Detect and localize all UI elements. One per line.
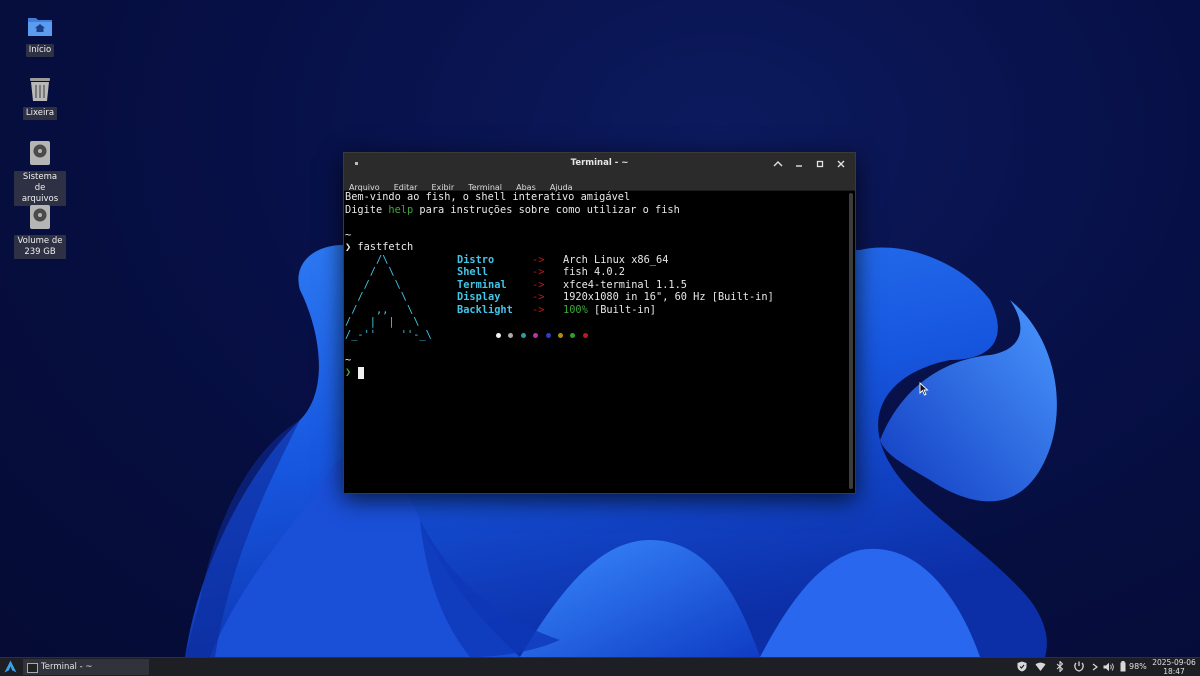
trash-icon	[26, 75, 54, 103]
desktop: Início Lixeira Sistema de arquivos Volum…	[0, 0, 1200, 657]
palette-dot	[582, 333, 588, 338]
info-arrow: ->	[532, 303, 545, 316]
home-folder-icon	[26, 12, 54, 40]
backlight-percent: 100%	[563, 303, 588, 316]
help-prefix: Digite	[345, 203, 389, 216]
info-value: 100% [Built-in]	[563, 304, 656, 317]
terminal-window[interactable]: Terminal - ~ Arquivo Editar Exibir Termi…	[343, 152, 856, 494]
help-line: Digite help para instruções sobre como u…	[345, 204, 680, 217]
prompt-line: ❯	[345, 366, 351, 379]
help-suffix: para instruções sobre como utilizar o fi…	[413, 203, 680, 216]
info-key: Display	[457, 291, 501, 303]
palette-dot	[520, 333, 526, 338]
prompt-dir: ~	[345, 228, 352, 241]
desktop-icon-volume[interactable]: Volume de 239 GB	[14, 203, 66, 259]
arch-logo-icon[interactable]	[4, 660, 17, 673]
help-word: help	[388, 203, 414, 216]
ascii-logo-line: /_-'' ''-_\	[345, 328, 432, 341]
prompt-symbol: ❯	[345, 366, 352, 378]
ascii-logo-line: /\	[345, 253, 389, 266]
shield-icon[interactable]	[1016, 661, 1027, 672]
volume-icon[interactable]	[1103, 661, 1114, 672]
chevron-right-icon[interactable]	[1089, 661, 1100, 672]
welcome-line: Bem-vindo ao fish, o shell interativo am…	[345, 191, 631, 203]
command-line: ❯ fastfetch	[345, 241, 413, 254]
prompt-dir: ~	[345, 353, 352, 366]
palette-dot	[496, 333, 501, 338]
ascii-logo-line: / \	[345, 291, 407, 303]
info-arrow: ->	[532, 253, 545, 266]
shade-icon[interactable]	[771, 157, 785, 171]
palette-dot	[545, 333, 551, 338]
prompt-symbol: ❯	[345, 241, 352, 253]
palette-dot	[570, 333, 576, 338]
mouse-pointer-icon	[919, 382, 929, 396]
close-icon[interactable]	[834, 157, 848, 171]
terminal-scrollbar[interactable]	[849, 193, 853, 489]
desktop-icon-label: Início	[25, 44, 55, 57]
desktop-icon-label: Sistema de arquivos	[14, 171, 66, 206]
info-key: Shell	[457, 266, 488, 278]
power-profile-icon[interactable]	[1073, 661, 1084, 672]
desktop-icon-home[interactable]: Início	[14, 12, 66, 57]
info-arrow: ->	[532, 278, 545, 291]
ascii-logo-line: / \	[345, 278, 401, 291]
drive-icon	[26, 203, 54, 231]
info-arrow: ->	[532, 291, 545, 303]
desktop-icon-filesystem[interactable]: Sistema de arquivos	[14, 139, 66, 206]
window-titlebar[interactable]: Terminal - ~	[344, 153, 855, 175]
command-text: fastfetch	[357, 241, 414, 253]
palette-dot	[533, 333, 539, 338]
desktop-icon-label: Volume de 239 GB	[14, 235, 66, 259]
drive-icon	[26, 139, 54, 167]
battery-icon[interactable]	[1119, 661, 1127, 672]
desktop-icon-label: Lixeira	[22, 107, 58, 120]
info-key: Backlight	[457, 303, 513, 316]
ascii-logo-line: / | | \	[345, 316, 420, 328]
palette-dot	[558, 333, 563, 338]
minimize-icon[interactable]	[792, 157, 806, 171]
info-key: Terminal	[457, 278, 507, 291]
backlight-suffix: [Built-in]	[587, 303, 657, 316]
clock-date: 2025-09-06	[1152, 658, 1196, 667]
ascii-logo-line: / \	[345, 266, 395, 278]
bluetooth-icon[interactable]	[1054, 661, 1065, 672]
palette-dot	[508, 333, 514, 338]
info-value: fish 4.0.2	[563, 266, 625, 278]
clock[interactable]: 2025-09-06 18:47	[1152, 658, 1196, 676]
info-value: xfce4-terminal 1.1.5	[563, 278, 687, 291]
battery-percent: 98%	[1129, 662, 1147, 671]
desktop-icon-trash[interactable]: Lixeira	[14, 75, 66, 120]
wifi-icon[interactable]	[1035, 661, 1046, 672]
task-label: Terminal - ~	[41, 662, 93, 672]
taskbar-task-terminal[interactable]: Terminal - ~	[23, 659, 149, 675]
terminal-cursor	[358, 367, 364, 379]
maximize-icon[interactable]	[813, 157, 827, 171]
window-menubar: Arquivo Editar Exibir Terminal Abas Ajud…	[344, 175, 855, 192]
info-value: Arch Linux x86_64	[563, 253, 669, 266]
taskbar: Terminal - ~ 98% 2025-09-06 18:47	[0, 657, 1200, 676]
terminal-icon	[27, 663, 38, 673]
info-value: 1920x1080 in 16", 60 Hz [Built-in]	[563, 291, 774, 303]
terminal-content[interactable]: Bem-vindo ao fish, o shell interativo am…	[345, 191, 845, 491]
info-arrow: ->	[532, 266, 545, 278]
info-key: Distro	[457, 253, 495, 266]
ascii-logo-line: / ,, \	[345, 303, 414, 316]
